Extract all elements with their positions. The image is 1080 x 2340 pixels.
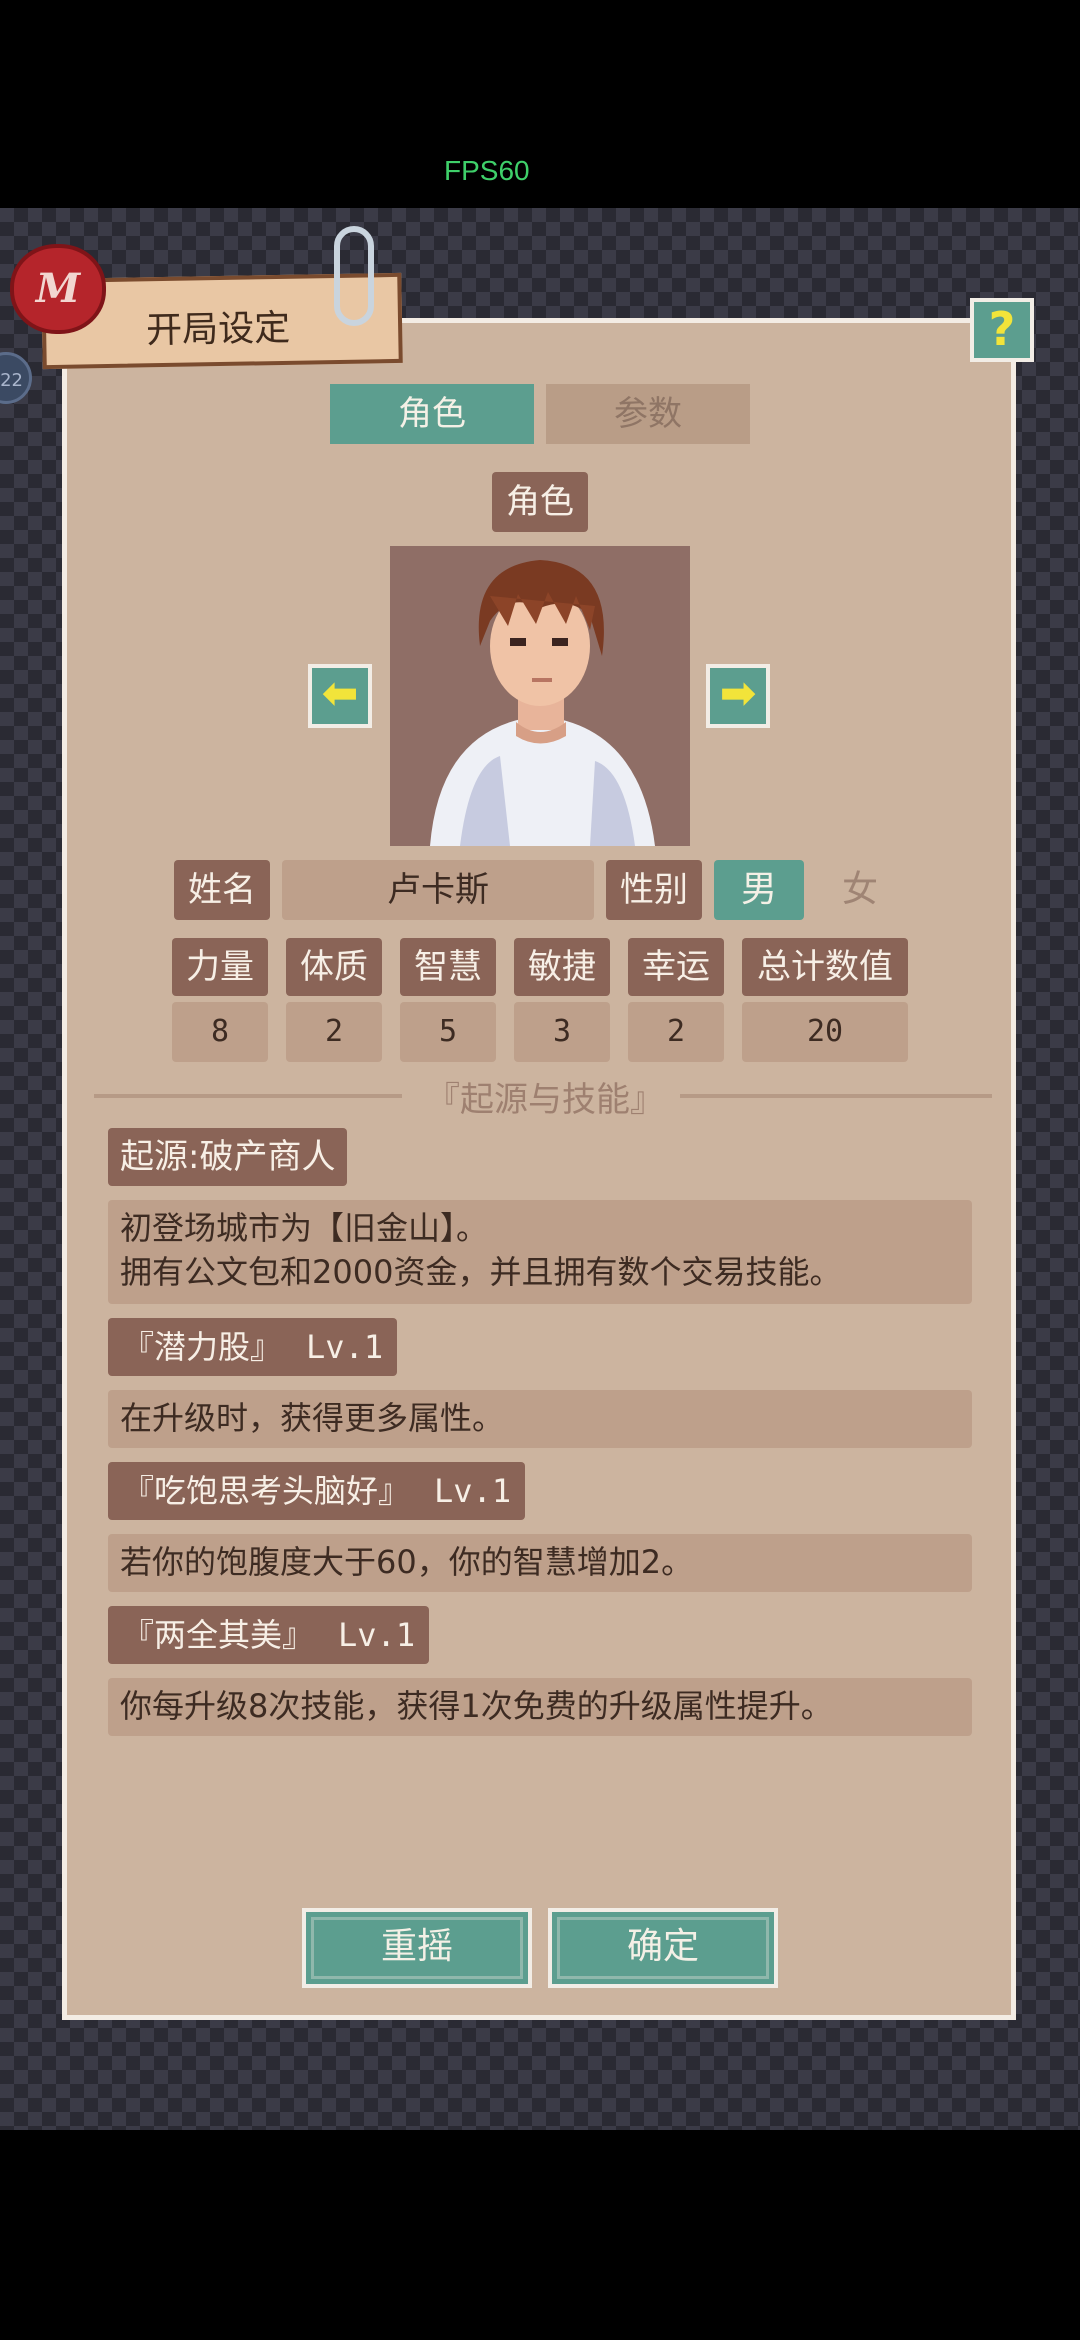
skill-1-level: Lv.1	[306, 1328, 384, 1366]
name-label: 姓名	[174, 860, 270, 920]
fps-counter: FPS60	[444, 155, 530, 186]
skill-1-name: 『潜力股』	[122, 1328, 283, 1366]
origin-desc-line1: 初登场城市为【旧金山】。	[120, 1209, 489, 1247]
stat-label-wisdom: 智慧	[400, 938, 496, 996]
character-portrait	[390, 546, 690, 846]
stat-value-constitution: 2	[286, 1002, 382, 1062]
gender-label: 性别	[606, 860, 702, 920]
skill-2-name: 『吃饱思考头脑好』	[122, 1472, 411, 1510]
skill-3-title: 『两全其美』 Lv.1	[108, 1606, 430, 1664]
origin-title: 起源:破产商人	[108, 1128, 348, 1186]
skill-1-title: 『潜力股』 Lv.1	[108, 1318, 398, 1376]
character-portrait-image	[390, 546, 690, 846]
confirm-button[interactable]: 确定	[548, 1908, 778, 1988]
arrow-right-icon: ➡	[719, 668, 757, 719]
stat-value-agility: 3	[514, 1002, 610, 1062]
stat-label-luck: 幸运	[628, 938, 724, 996]
stat-label-total: 总计数值	[742, 938, 908, 996]
reroll-button[interactable]: 重摇	[302, 1908, 532, 1988]
skill-1-description: 在升级时，获得更多属性。	[108, 1390, 972, 1448]
skill-3-name: 『两全其美』	[122, 1616, 315, 1654]
skill-2-description: 若你的饱腹度大于60，你的智慧增加2。	[108, 1534, 972, 1592]
skill-3-description: 你每升级8次技能，获得1次免费的升级属性提升。	[108, 1678, 972, 1736]
page-title: 开局设定	[145, 307, 291, 352]
tab-parameters[interactable]: 参数	[546, 384, 750, 444]
divider-left	[94, 1094, 402, 1098]
origin-description: 初登场城市为【旧金山】。 拥有公文包和2000资金，并且拥有数个交易技能。	[108, 1200, 972, 1304]
gender-female-toggle[interactable]: 女	[820, 860, 900, 920]
stat-label-constitution: 体质	[286, 938, 382, 996]
tab-character[interactable]: 角色	[330, 384, 534, 444]
origin-skills-heading: 『起源与技能』	[426, 1080, 664, 1120]
stat-label-strength: 力量	[172, 938, 268, 996]
paperclip-icon	[334, 226, 374, 326]
arrow-left-icon: ⬅	[321, 668, 359, 719]
skill-2-level: Lv.1	[434, 1472, 512, 1510]
prev-character-button[interactable]: ⬅	[308, 664, 372, 728]
stat-value-strength: 8	[172, 1002, 268, 1062]
wax-seal-icon: M	[10, 244, 106, 334]
name-field[interactable]: 卢卡斯	[282, 860, 594, 920]
help-button[interactable]: ?	[970, 298, 1034, 362]
skill-2-title: 『吃饱思考头脑好』 Lv.1	[108, 1462, 526, 1520]
stat-label-agility: 敏捷	[514, 938, 610, 996]
stat-value-wisdom: 5	[400, 1002, 496, 1062]
divider-right	[680, 1094, 992, 1098]
next-character-button[interactable]: ➡	[706, 664, 770, 728]
character-section-label: 角色	[492, 472, 588, 532]
gender-male-toggle[interactable]: 男	[714, 860, 804, 920]
stat-value-total: 20	[742, 1002, 908, 1062]
skill-3-level: Lv.1	[338, 1616, 416, 1654]
origin-desc-line2: 拥有公文包和2000资金，并且拥有数个交易技能。	[120, 1253, 842, 1291]
stat-value-luck: 2	[628, 1002, 724, 1062]
